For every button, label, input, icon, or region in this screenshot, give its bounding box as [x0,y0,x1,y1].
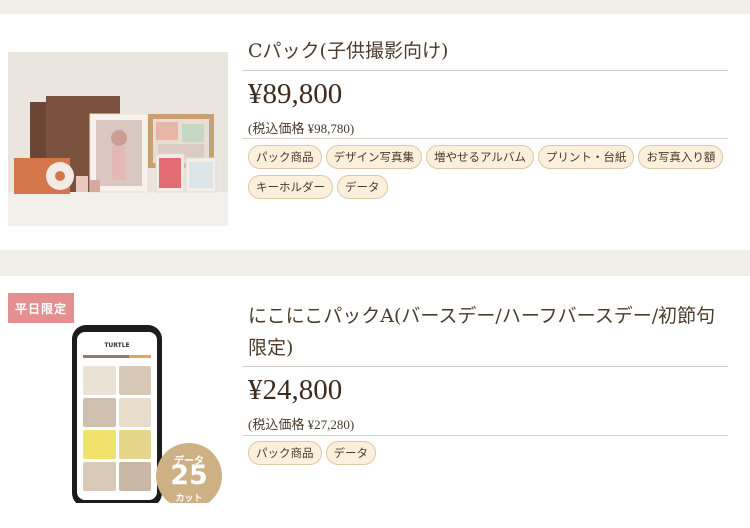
tag-list: パック商品 デザイン写真集 増やせるアルバム プリント・台紙 お写真入り額 キー… [248,145,728,199]
package-image[interactable] [8,52,228,226]
tag-data: データ [337,175,388,199]
divider [242,435,728,436]
tag-pack-item: パック商品 [248,145,322,169]
divider [242,70,728,71]
package-price: ¥89,800 [248,78,343,110]
data-cut-count-badge: データ 25 カット [156,443,222,503]
package-card[interactable]: Cパック(子供撮影向け) ¥89,800 (税込価格 ¥98,780) パック商… [0,14,750,250]
divider [242,366,728,367]
package-title[interactable]: にこにこパックA(バースデー/ハーフバースデー/初節句限定) [248,300,726,364]
package-image[interactable]: TURTLE データ 25 カット [8,293,228,503]
tag-keychain: キーホルダー [248,175,333,199]
phone-logo: TURTLE [104,342,130,349]
tag-photo-frame: お写真入り額 [638,145,724,169]
tag-list: パック商品 データ [248,441,728,465]
tax-included-price: (税込価格 ¥27,280) [248,417,355,432]
tag-expandable-album: 増やせるアルバム [426,145,534,169]
package-card[interactable]: 平日限定 TURTLE データ 25 カット にこにこパックA(バースデー/ハー… [0,276,750,528]
package-price: ¥24,800 [248,374,343,406]
phone-mockup: TURTLE [72,325,162,503]
divider [242,138,728,139]
package-title[interactable]: Cパック(子供撮影向け) [248,36,726,66]
tag-data: データ [325,441,376,465]
tag-pack-item: パック商品 [248,441,322,465]
weekday-limited-badge: 平日限定 [8,293,74,323]
tag-design-photobook: デザイン写真集 [325,145,422,169]
tag-print-mount: プリント・台紙 [537,145,635,169]
tax-included-price: (税込価格 ¥98,780) [248,121,355,136]
